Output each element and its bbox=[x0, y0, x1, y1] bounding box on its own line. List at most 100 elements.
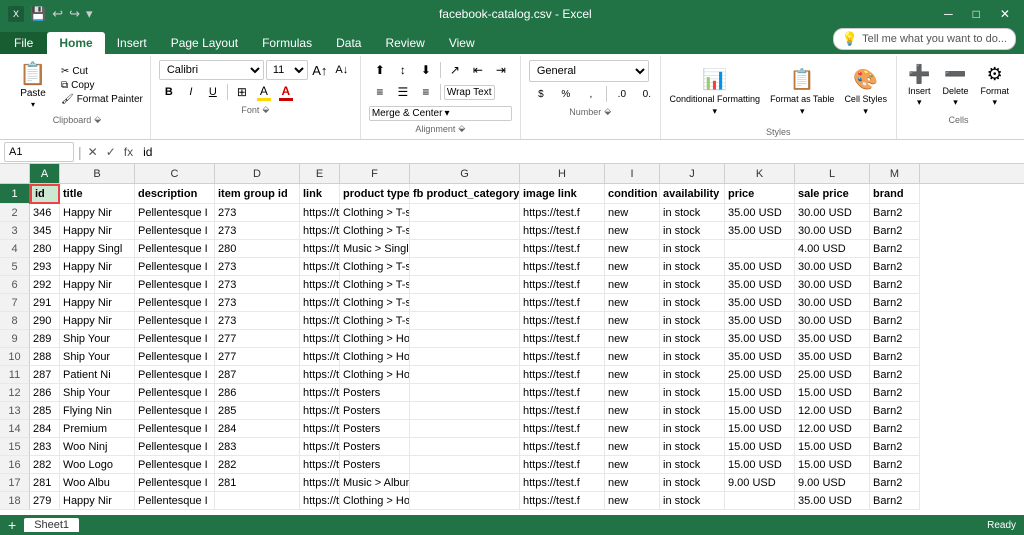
wrap-text-btn[interactable]: Wrap Text bbox=[444, 85, 495, 100]
row-num-5[interactable]: 5 bbox=[0, 258, 30, 276]
list-item[interactable]: https://test. bbox=[300, 222, 340, 240]
list-item[interactable]: Ship Your bbox=[60, 330, 135, 348]
fill-color-btn[interactable]: A bbox=[254, 82, 274, 102]
list-item[interactable]: Happy Nir bbox=[60, 276, 135, 294]
list-item[interactable]: 288 bbox=[30, 348, 60, 366]
list-item[interactable]: 15.00 USD bbox=[795, 384, 870, 402]
insert-function-btn[interactable]: fx bbox=[122, 143, 135, 161]
row-num-3[interactable]: 3 bbox=[0, 222, 30, 240]
row-num-18[interactable]: 18 bbox=[0, 492, 30, 510]
list-item[interactable]: Barn2 bbox=[870, 402, 920, 420]
formula-input[interactable] bbox=[139, 145, 1020, 159]
list-item[interactable]: new bbox=[605, 258, 660, 276]
list-item[interactable] bbox=[410, 276, 520, 294]
list-item[interactable]: https://test. bbox=[300, 294, 340, 312]
list-item[interactable]: 35.00 USD bbox=[725, 312, 795, 330]
list-item[interactable]: in stock bbox=[660, 420, 725, 438]
align-middle-btn[interactable]: ↕ bbox=[392, 60, 414, 80]
tab-data[interactable]: Data bbox=[324, 32, 373, 54]
delete-arrow[interactable]: ▾ bbox=[953, 97, 958, 108]
list-item[interactable]: Barn2 bbox=[870, 420, 920, 438]
format-as-table-btn[interactable]: 📋 Format as Table ▾ bbox=[767, 64, 837, 119]
list-item[interactable]: new bbox=[605, 384, 660, 402]
list-item[interactable]: https://test.f bbox=[520, 384, 605, 402]
list-item[interactable]: Woo Albu bbox=[60, 474, 135, 492]
cell-d1[interactable]: item group id bbox=[215, 184, 300, 204]
list-item[interactable]: 15.00 USD bbox=[795, 438, 870, 456]
row-num-10[interactable]: 10 bbox=[0, 348, 30, 366]
row-num-12[interactable]: 12 bbox=[0, 384, 30, 402]
list-item[interactable] bbox=[410, 474, 520, 492]
list-item[interactable] bbox=[410, 366, 520, 384]
merge-center-btn[interactable]: Merge & Center ▾ bbox=[369, 106, 512, 121]
list-item[interactable]: Woo Ninj bbox=[60, 438, 135, 456]
list-item[interactable]: 273 bbox=[215, 204, 300, 222]
insert-cell-btn[interactable]: ➕ Insert ▾ bbox=[903, 58, 936, 113]
list-item[interactable]: Clothing > T-shirts bbox=[340, 204, 410, 222]
list-item[interactable] bbox=[725, 492, 795, 510]
list-item[interactable]: in stock bbox=[660, 348, 725, 366]
list-item[interactable]: 286 bbox=[30, 384, 60, 402]
list-item[interactable]: in stock bbox=[660, 456, 725, 474]
row-num-7[interactable]: 7 bbox=[0, 294, 30, 312]
list-item[interactable]: https://test.f bbox=[520, 258, 605, 276]
row-num-1[interactable]: 1 bbox=[0, 184, 30, 204]
font-size-decrease-btn[interactable]: A↓ bbox=[332, 60, 352, 80]
list-item[interactable]: Pellentesque I bbox=[135, 222, 215, 240]
list-item[interactable]: Ship Your bbox=[60, 348, 135, 366]
underline-button[interactable]: U bbox=[203, 82, 223, 102]
list-item[interactable]: Clothing > T-shirts bbox=[340, 258, 410, 276]
list-item[interactable]: https://test. bbox=[300, 330, 340, 348]
list-item[interactable]: https://test.f bbox=[520, 492, 605, 510]
list-item[interactable] bbox=[410, 258, 520, 276]
col-header-l[interactable]: L bbox=[795, 164, 870, 183]
list-item[interactable]: 35.00 USD bbox=[725, 294, 795, 312]
list-item[interactable]: https://test.f bbox=[520, 348, 605, 366]
list-item[interactable]: new bbox=[605, 348, 660, 366]
cell-j1[interactable]: availability bbox=[660, 184, 725, 204]
cell-b1[interactable]: title bbox=[60, 184, 135, 204]
list-item[interactable] bbox=[410, 330, 520, 348]
list-item[interactable]: Clothing > T-shirts bbox=[340, 276, 410, 294]
paste-dropdown-arrow[interactable]: ▾ bbox=[31, 100, 35, 109]
list-item[interactable]: 15.00 USD bbox=[725, 402, 795, 420]
cell-e1[interactable]: link bbox=[300, 184, 340, 204]
list-item[interactable]: Music > Singles bbox=[340, 240, 410, 258]
list-item[interactable]: Clothing > Hoodies bbox=[340, 348, 410, 366]
list-item[interactable]: Barn2 bbox=[870, 294, 920, 312]
col-header-j[interactable]: J bbox=[660, 164, 725, 183]
list-item[interactable]: new bbox=[605, 420, 660, 438]
list-item[interactable]: Happy Nir bbox=[60, 258, 135, 276]
list-item[interactable]: 291 bbox=[30, 294, 60, 312]
list-item[interactable]: Pellentesque I bbox=[135, 276, 215, 294]
col-header-g[interactable]: G bbox=[410, 164, 520, 183]
list-item[interactable]: https://test.f bbox=[520, 438, 605, 456]
list-item[interactable]: Happy Nir bbox=[60, 222, 135, 240]
list-item[interactable] bbox=[410, 240, 520, 258]
comma-btn[interactable]: , bbox=[579, 84, 603, 104]
confirm-formula-btn[interactable]: ✓ bbox=[104, 143, 118, 161]
cell-c1[interactable]: description bbox=[135, 184, 215, 204]
close-btn[interactable]: ✕ bbox=[994, 5, 1016, 23]
list-item[interactable]: in stock bbox=[660, 492, 725, 510]
list-item[interactable]: 273 bbox=[215, 312, 300, 330]
list-item[interactable]: https://test. bbox=[300, 348, 340, 366]
list-item[interactable]: 280 bbox=[215, 240, 300, 258]
list-item[interactable]: Woo Logo bbox=[60, 456, 135, 474]
list-item[interactable]: 35.00 USD bbox=[725, 222, 795, 240]
list-item[interactable]: Barn2 bbox=[870, 330, 920, 348]
list-item[interactable]: in stock bbox=[660, 474, 725, 492]
font-color-btn[interactable]: A bbox=[276, 82, 296, 102]
more-qs-icon[interactable]: ▾ bbox=[86, 6, 93, 22]
list-item[interactable]: 281 bbox=[215, 474, 300, 492]
list-item[interactable]: https://test. bbox=[300, 456, 340, 474]
list-item[interactable]: 273 bbox=[215, 222, 300, 240]
col-header-a[interactable]: A bbox=[30, 164, 60, 183]
list-item[interactable]: Premium bbox=[60, 420, 135, 438]
list-item[interactable]: Pellentesque I bbox=[135, 492, 215, 510]
list-item[interactable]: 346 bbox=[30, 204, 60, 222]
row-num-17[interactable]: 17 bbox=[0, 474, 30, 492]
list-item[interactable]: in stock bbox=[660, 312, 725, 330]
list-item[interactable]: 25.00 USD bbox=[725, 366, 795, 384]
number-launcher[interactable]: ⬙ bbox=[604, 106, 611, 117]
